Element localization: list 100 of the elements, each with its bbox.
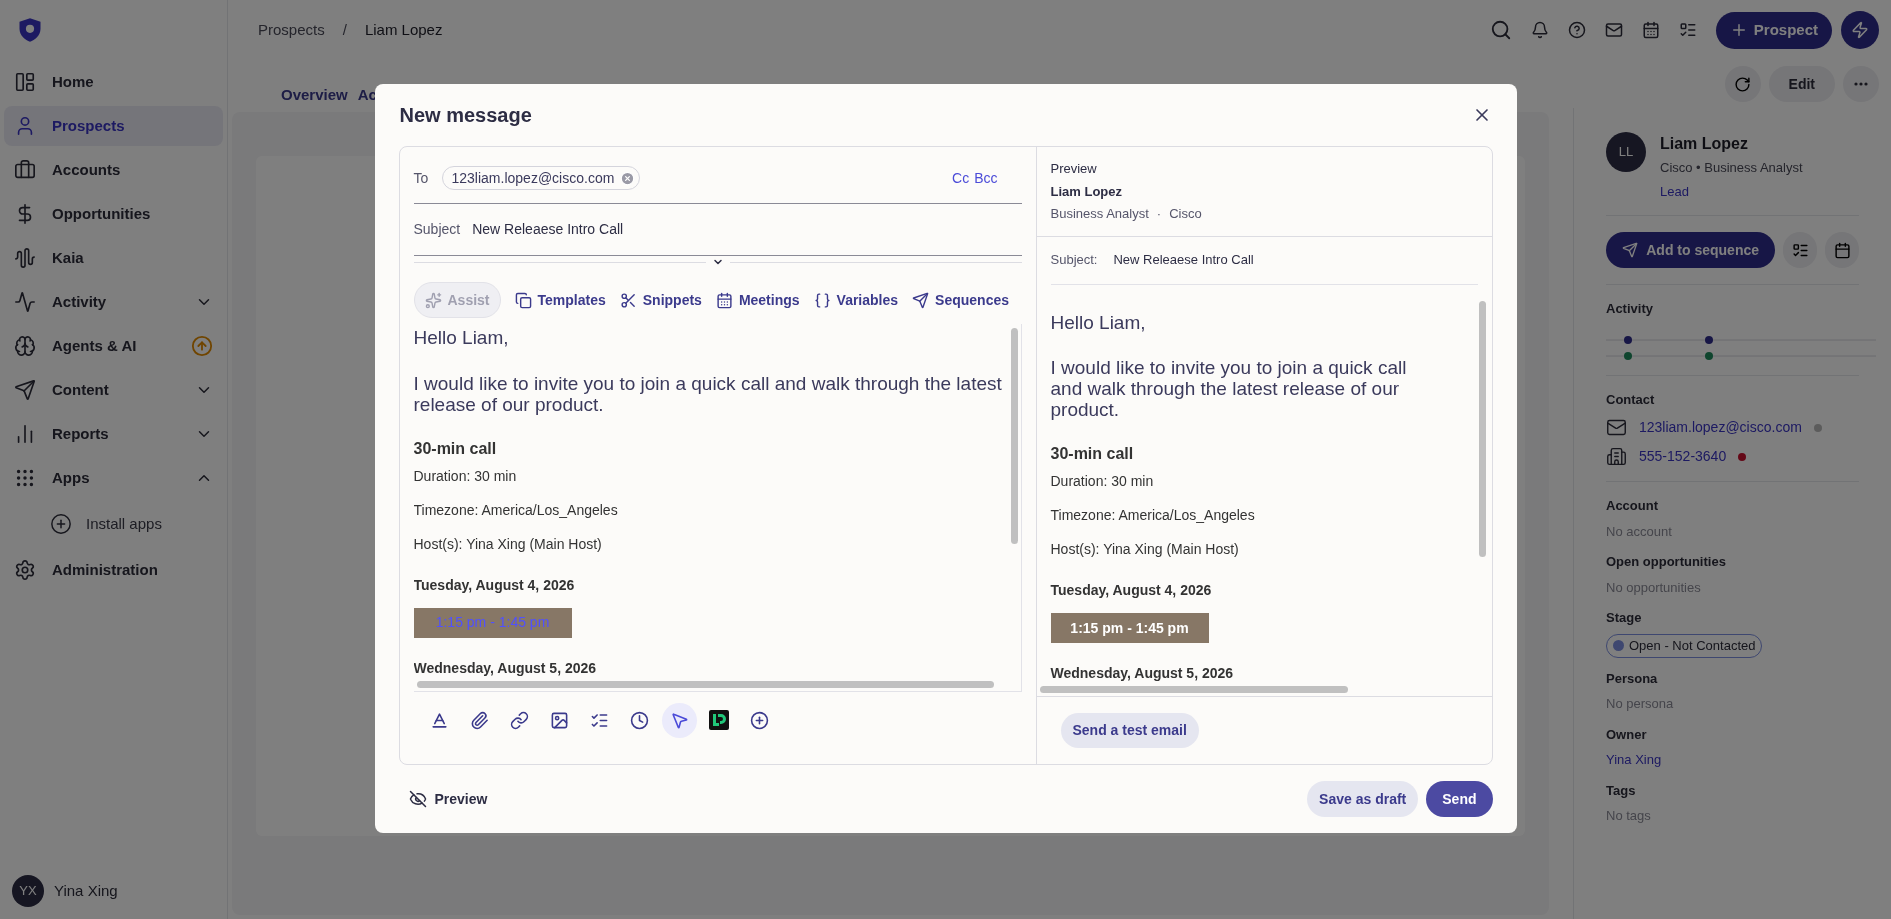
- meeting-title: 30-min call: [413, 438, 498, 459]
- page-tab[interactable]: Overview: [281, 83, 348, 107]
- braces-icon: [813, 291, 831, 309]
- building-icon: [1606, 446, 1627, 467]
- cursor-icon: [669, 710, 689, 730]
- sparkle-icon: [424, 291, 442, 309]
- toolbar-button[interactable]: Snippets: [619, 282, 702, 318]
- help-icon[interactable]: [1567, 21, 1586, 39]
- copy-icon: [514, 291, 532, 309]
- preview-role: Business Analyst: [1050, 205, 1149, 223]
- save-draft-button[interactable]: Save as draft: [1307, 781, 1419, 817]
- checklist-icon[interactable]: [1678, 21, 1697, 39]
- preview-separator: ·: [1156, 205, 1162, 223]
- quick-actions-button[interactable]: [1841, 11, 1879, 49]
- meeting-detail: Host(s): Yina Xing (Main Host): [1050, 540, 1240, 559]
- preview-subject: New Releaese Intro Call: [1113, 251, 1254, 270]
- refresh-icon: [1734, 75, 1752, 93]
- section-title: Contact: [1606, 390, 1656, 409]
- calendar-icon[interactable]: [1641, 21, 1660, 39]
- email-greeting: Hello Liam,: [1050, 310, 1147, 335]
- search-icon[interactable]: [1489, 19, 1512, 41]
- briefcase-icon: [14, 159, 36, 181]
- calendar-button[interactable]: [1825, 232, 1859, 268]
- sidebar-item[interactable]: Agents & AI: [4, 326, 223, 366]
- sidebar-item[interactable]: Opportunities: [4, 194, 223, 234]
- sidebar-item[interactable]: Accounts: [4, 150, 223, 190]
- time-slot-button[interactable]: 1:15 pm - 1:45 pm: [1050, 613, 1209, 643]
- toolbar-button[interactable]: Templates: [514, 282, 606, 318]
- paper-plane-icon: [1622, 242, 1639, 258]
- scissors-icon: [619, 291, 637, 309]
- sidebar-item[interactable]: Content: [4, 370, 223, 410]
- sidebar-item[interactable]: Prospects: [4, 106, 223, 146]
- plus-circle-icon: [749, 710, 769, 730]
- grid-dots-icon: [14, 467, 36, 489]
- horizontal-scrollbar[interactable]: [1039, 685, 1348, 693]
- preview-toggle[interactable]: Preview: [408, 788, 488, 810]
- waveform-icon: [14, 247, 36, 269]
- mail-icon[interactable]: [1604, 21, 1623, 39]
- vertical-scrollbar[interactable]: [1478, 300, 1486, 557]
- sidebar-item[interactable]: Administration: [4, 550, 223, 590]
- bell-icon[interactable]: [1530, 21, 1549, 39]
- toolbar-button[interactable]: Sequences: [912, 282, 1009, 318]
- calendar-icon: [715, 291, 733, 309]
- field-value: No persona: [1606, 695, 1674, 713]
- sidebar-item[interactable]: Apps: [4, 458, 223, 498]
- sidebar-item[interactable]: Home: [4, 62, 223, 102]
- activity-icon: [14, 291, 36, 313]
- send-test-email-button[interactable]: Send a test email: [1060, 712, 1199, 748]
- field-link[interactable]: Yina Xing: [1606, 750, 1662, 770]
- user-name: Yina Xing: [54, 880, 118, 901]
- field-label: Owner: [1606, 725, 1647, 744]
- dialog-title: New message: [399, 103, 532, 128]
- subject-label: Subject: [413, 220, 461, 239]
- profile-name: Liam Lopez: [1660, 134, 1749, 154]
- meeting-detail: Timezone: America/Los_Angeles: [1050, 506, 1256, 525]
- brain-icon: [14, 335, 36, 357]
- edit-button[interactable]: Edit: [1768, 66, 1835, 102]
- sidebar-subitem[interactable]: Install apps: [4, 502, 223, 546]
- sidebar-item[interactable]: Reports: [4, 414, 223, 454]
- cc-link[interactable]: Cc: [952, 167, 970, 189]
- paper-plane-icon: [912, 291, 930, 309]
- user-avatar[interactable]: YX: [12, 875, 44, 907]
- checklist-icon: [1791, 241, 1809, 259]
- eye-off-icon: [408, 790, 427, 808]
- toolbar-button[interactable]: Variables: [813, 282, 899, 318]
- meeting-title: 30-min call: [1050, 444, 1135, 464]
- breadcrumb-separator: /: [342, 19, 347, 40]
- breadcrumb-link[interactable]: Prospects: [258, 18, 325, 42]
- meeting-date: Wednesday, August 5, 2026: [413, 658, 598, 678]
- field-label: Stage: [1606, 609, 1642, 627]
- preview-name: Liam Lopez: [1050, 182, 1123, 201]
- bcc-link[interactable]: Bcc: [974, 167, 998, 189]
- calendar-icon: [1833, 241, 1851, 259]
- contact-link[interactable]: 123liam.lopez@cisco.com: [1639, 417, 1802, 438]
- sidebar-item[interactable]: Kaia: [4, 238, 223, 278]
- field-label: Tags: [1606, 781, 1636, 800]
- toolbar-button[interactable]: Meetings: [715, 282, 800, 318]
- sidebar-item[interactable]: Activity: [4, 282, 223, 322]
- profile-subtitle: Cisco • Business Analyst: [1660, 159, 1803, 177]
- horizontal-scrollbar[interactable]: [416, 681, 994, 688]
- add-to-sequence-button[interactable]: Add to sequence: [1606, 232, 1776, 268]
- field-label: Open opportunities: [1606, 553, 1726, 571]
- contact-link[interactable]: 555-152-3640: [1639, 446, 1727, 467]
- meeting-date: Tuesday, August 4, 2026: [413, 575, 576, 595]
- image-icon: [549, 710, 569, 730]
- message-editor[interactable]: [413, 324, 1022, 692]
- layout-icon: [14, 71, 36, 93]
- status-link[interactable]: Lead: [1660, 181, 1803, 201]
- meeting-detail: Duration: 30 min: [1050, 472, 1155, 491]
- add-prospect-button[interactable]: Prospect: [1715, 11, 1832, 49]
- clock-icon: [629, 710, 649, 730]
- subject-field[interactable]: New Releaese Intro Call: [472, 219, 624, 240]
- remove-icon[interactable]: [620, 170, 636, 186]
- vertical-scrollbar[interactable]: [1010, 328, 1018, 544]
- settings-icon: [14, 559, 36, 581]
- refresh-button[interactable]: [1724, 66, 1761, 102]
- text-color-icon: [429, 710, 449, 730]
- field-value: No opportunities: [1606, 578, 1701, 597]
- send-button[interactable]: Send: [1426, 781, 1493, 817]
- task-button[interactable]: [1783, 232, 1818, 268]
